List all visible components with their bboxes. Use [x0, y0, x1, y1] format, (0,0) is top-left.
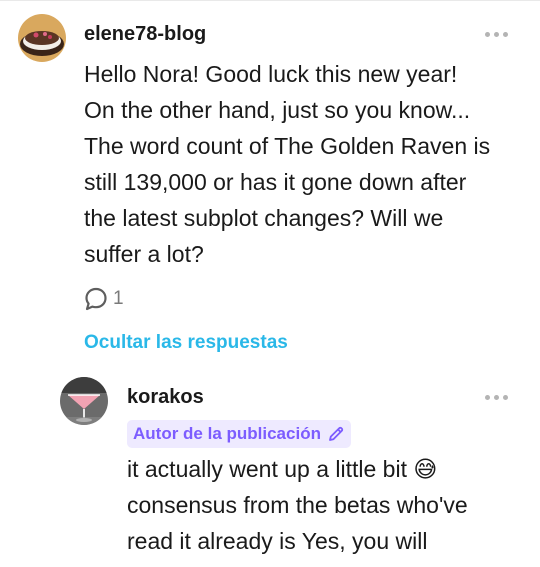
dot — [494, 395, 499, 400]
comment-line: The word count of The Golden Raven is — [84, 133, 491, 159]
dot — [485, 32, 490, 37]
comment-body: Hello Nora! Good luck this new year! On … — [84, 56, 490, 272]
pencil-icon — [329, 426, 344, 441]
hide-replies-link[interactable]: Ocultar las respuestas — [84, 332, 288, 354]
reply-more-options-button[interactable] — [485, 395, 508, 400]
cake-avatar-icon — [18, 14, 66, 62]
dot — [503, 395, 508, 400]
comment-avatar[interactable] — [18, 14, 66, 62]
comment-username[interactable]: elene78-blog — [84, 23, 206, 46]
comment-line: suffer a lot? — [84, 241, 204, 267]
cocktail-avatar-icon — [60, 377, 108, 425]
top-divider — [0, 0, 540, 1]
comment-line: On the other hand, just so you know... — [84, 97, 471, 123]
comment-line: Hello Nora! Good luck this new year! — [84, 61, 458, 87]
comment-line: still 139,000 or has it gone down after — [84, 169, 467, 195]
dot — [494, 32, 499, 37]
dot — [503, 32, 508, 37]
reply-count-button[interactable]: 1 — [83, 286, 124, 312]
comment-more-options-button[interactable] — [485, 32, 508, 37]
reply-avatar[interactable] — [60, 377, 108, 425]
comment-line: the latest subplot changes? Will we — [84, 205, 444, 231]
post-author-badge: Autor de la publicación — [127, 420, 351, 448]
reply-username[interactable]: korakos — [127, 386, 204, 409]
reply-count: 1 — [113, 288, 124, 309]
dot — [485, 395, 490, 400]
reply-body: it actually went up a little bit 😅 conse… — [127, 451, 468, 559]
reply-line: read it already is Yes, you will — [127, 528, 428, 554]
post-author-badge-label: Autor de la publicación — [133, 424, 321, 443]
speech-bubble-icon — [85, 287, 107, 311]
reply-line: consensus from the betas who've — [127, 492, 468, 518]
reply-line: it actually went up a little bit 😅 — [127, 456, 438, 482]
